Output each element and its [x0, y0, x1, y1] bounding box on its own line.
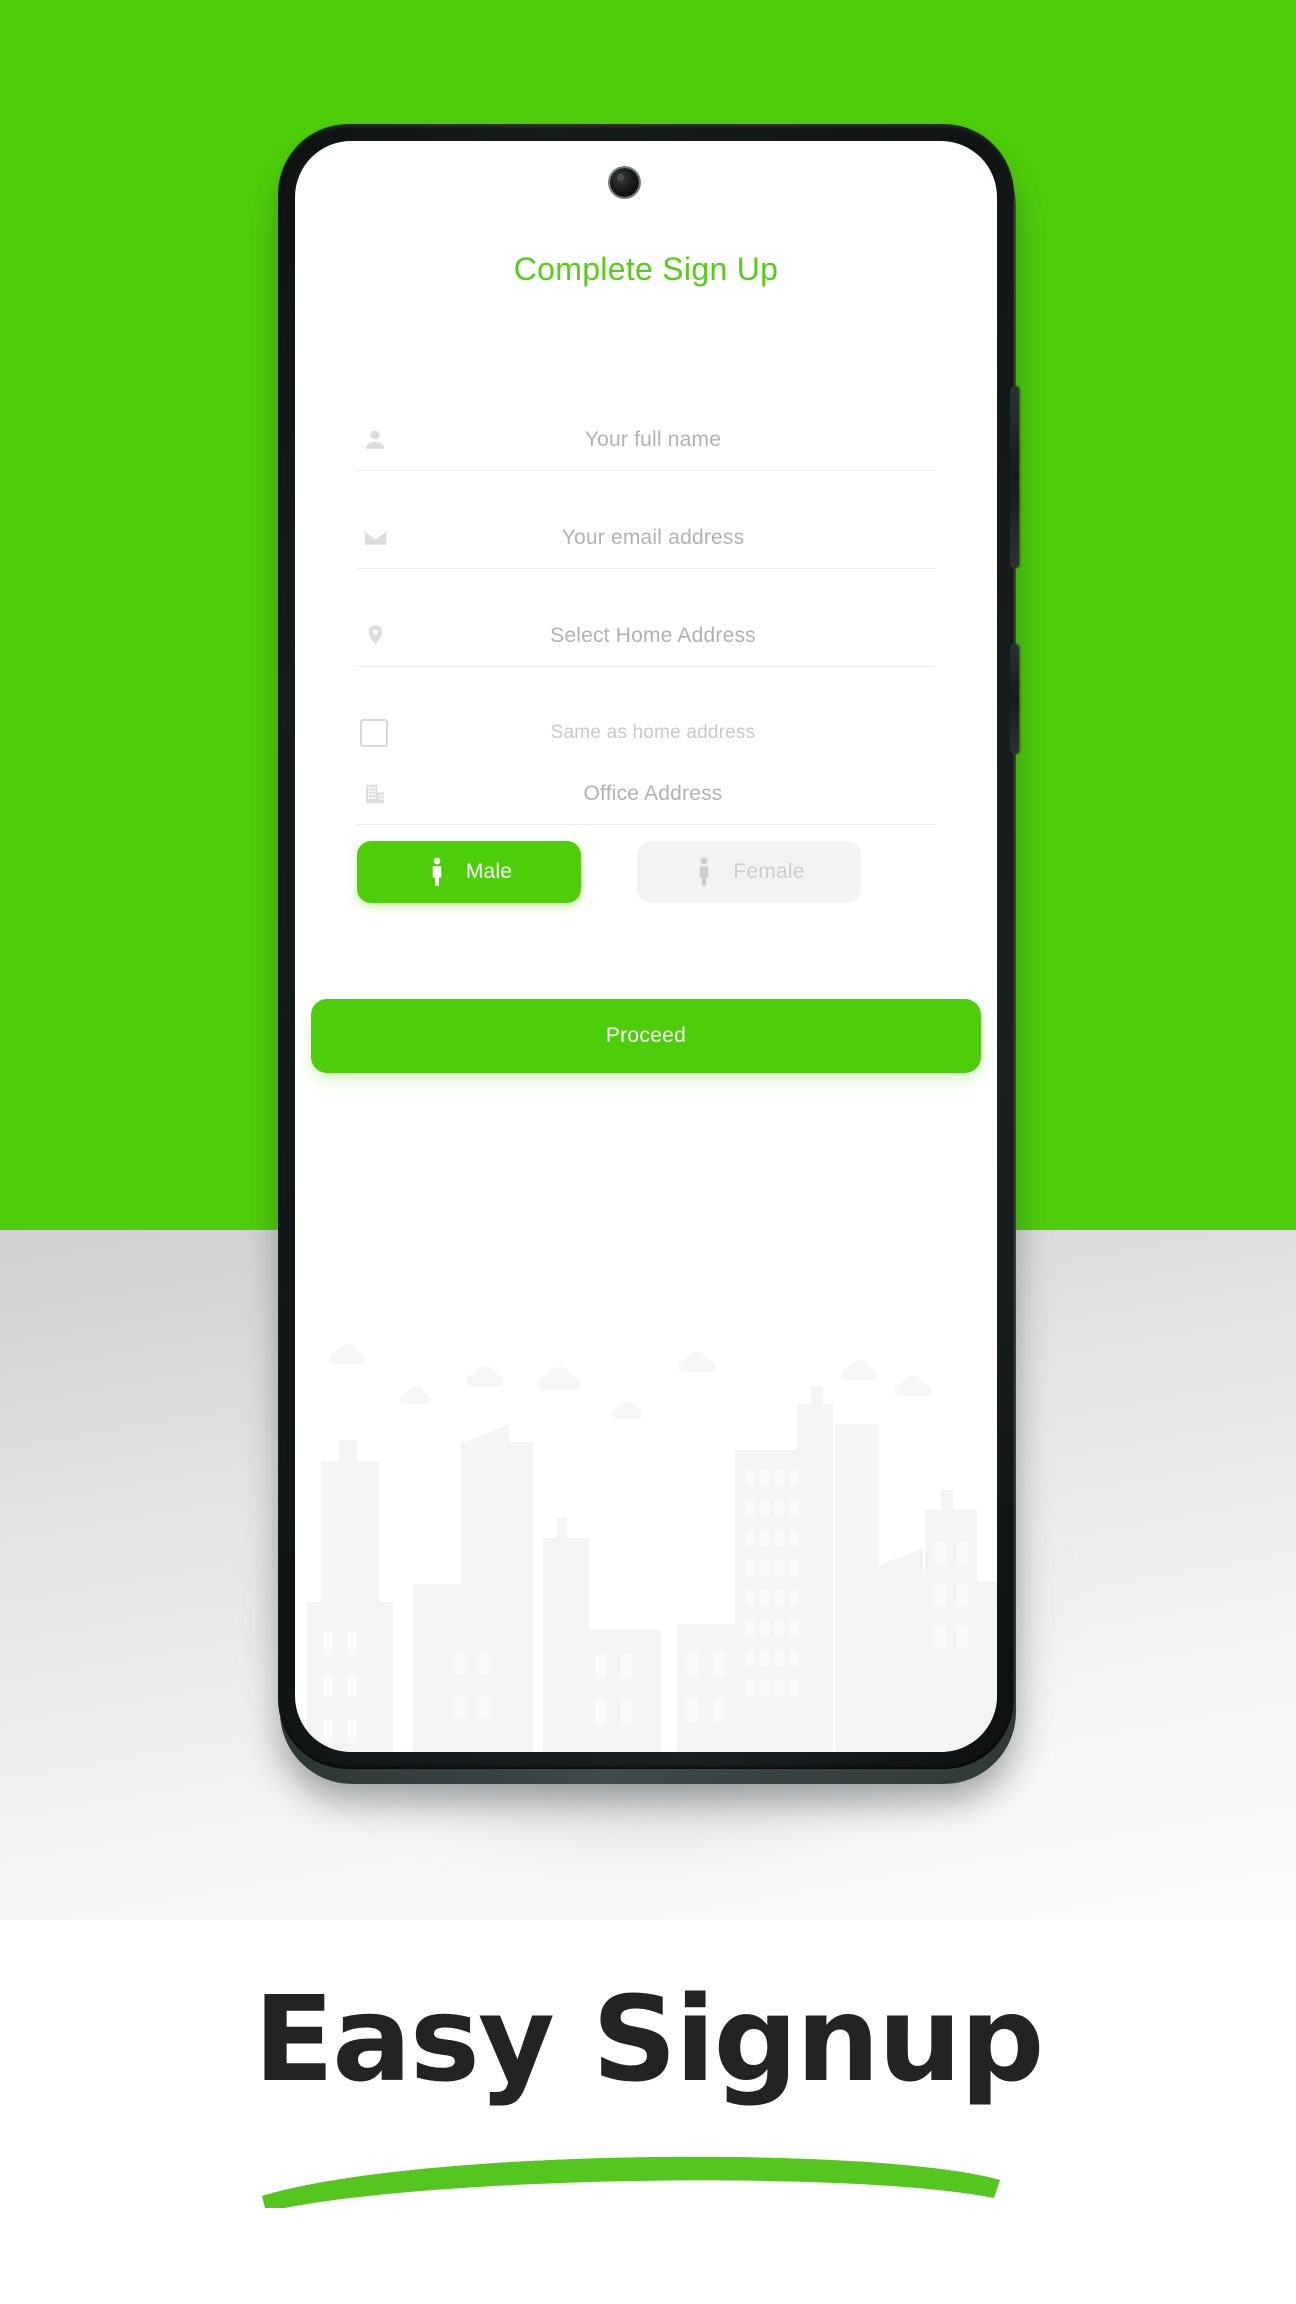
caption-block: Easy Signup	[0, 1980, 1296, 2240]
gender-option-male-label: Male	[465, 860, 513, 883]
same-as-home-label: Same as home address	[550, 722, 756, 743]
building-icon	[359, 778, 391, 810]
volume-rocker-button[interactable]	[1010, 386, 1019, 568]
screenshot-stage: Complete Sign Up Your full name Your ema…	[0, 0, 1296, 2304]
front-camera-icon	[610, 168, 639, 197]
gender-option-female[interactable]: Female	[637, 841, 861, 903]
phone-mockup: Complete Sign Up Your full name Your ema…	[278, 124, 1019, 1784]
female-figure-icon	[693, 857, 715, 887]
fullname-field-row[interactable]: Your full name	[357, 409, 935, 471]
phone-screen: Complete Sign Up Your full name Your ema…	[295, 141, 997, 1752]
office-address-field-row[interactable]: Office Address	[357, 763, 935, 825]
page-title: Complete Sign Up	[513, 251, 779, 287]
gender-selector: Male Female	[357, 841, 935, 903]
office-address-input[interactable]: Office Address	[357, 782, 935, 806]
green-swoosh-underline	[262, 2156, 1000, 2208]
caption-text: Easy Signup	[253, 1970, 1045, 2108]
home-address-field-row[interactable]: Select Home Address	[357, 605, 935, 667]
gender-option-male[interactable]: Male	[357, 841, 581, 903]
location-pin-icon	[359, 620, 391, 652]
envelope-icon	[359, 522, 391, 554]
phone-body: Complete Sign Up Your full name Your ema…	[278, 124, 1019, 1769]
email-input[interactable]: Your email address	[357, 526, 935, 550]
email-field-row[interactable]: Your email address	[357, 507, 935, 569]
checkbox-icon[interactable]	[360, 719, 388, 747]
power-button[interactable]	[1010, 644, 1019, 754]
field-gap	[357, 569, 935, 605]
fullname-input[interactable]: Your full name	[357, 428, 935, 452]
person-icon	[359, 424, 391, 456]
gender-option-female-label: Female	[733, 860, 805, 883]
same-as-home-checkbox-row[interactable]: Same as home address	[357, 703, 935, 763]
signup-form: Your full name Your email address Select…	[357, 409, 935, 825]
home-address-input[interactable]: Select Home Address	[357, 624, 935, 648]
proceed-button[interactable]: Proceed	[311, 999, 981, 1073]
field-gap	[357, 471, 935, 507]
field-gap	[357, 667, 935, 703]
male-figure-icon	[426, 857, 448, 887]
signup-app-screen: Complete Sign Up Your full name Your ema…	[295, 141, 997, 1752]
